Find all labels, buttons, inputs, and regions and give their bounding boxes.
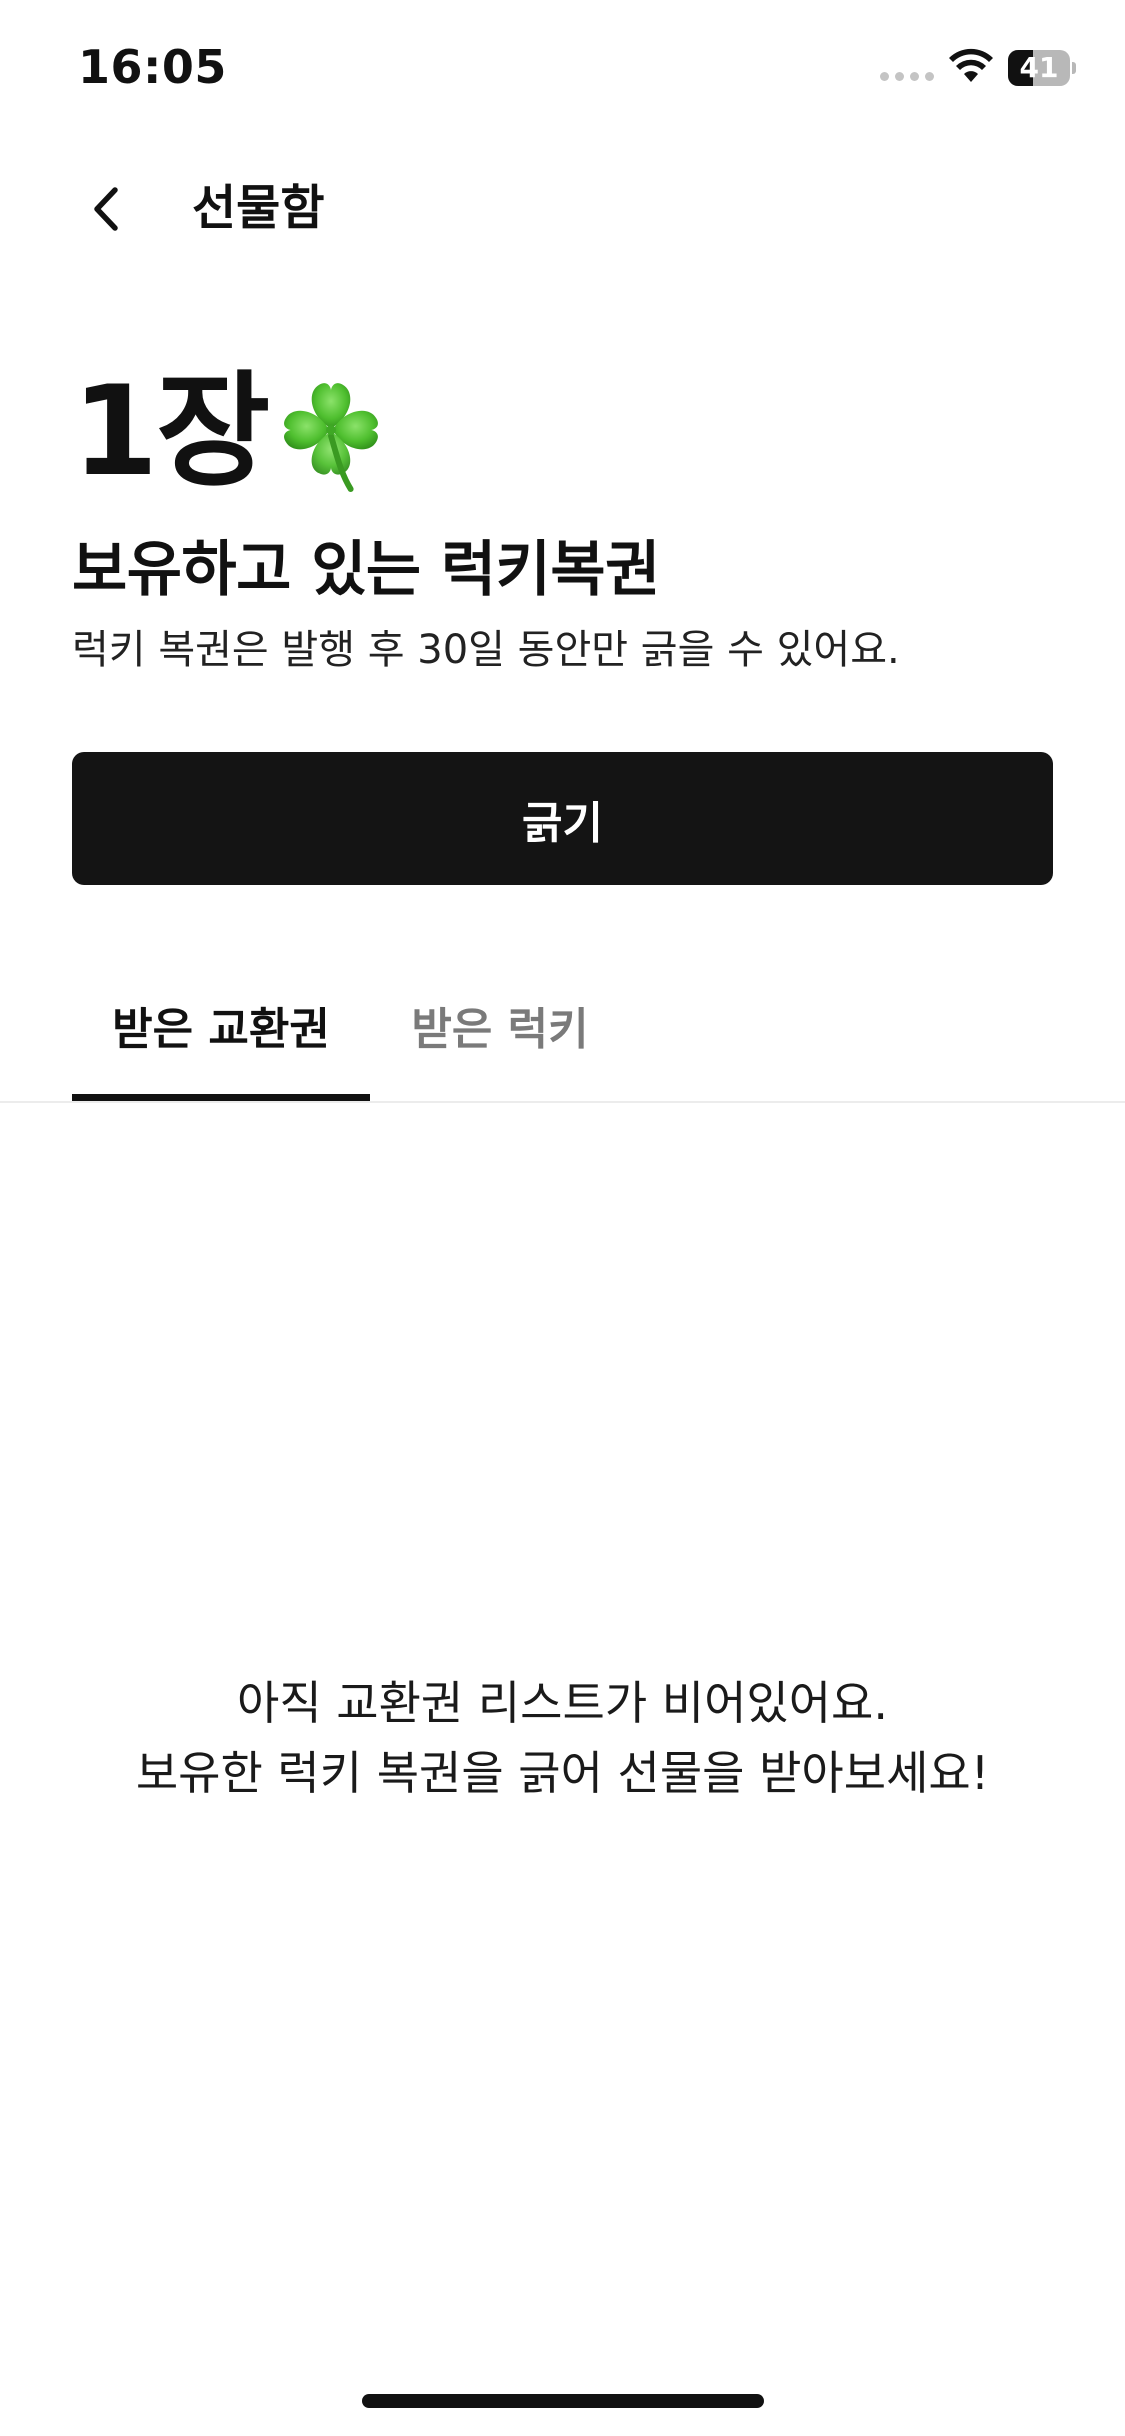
- scratch-button[interactable]: 긁기: [72, 752, 1053, 885]
- page-title: 선물함: [192, 180, 325, 236]
- empty-state: 아직 교환권 리스트가 비어있어요. 보유한 럭키 복권을 긁어 선물을 받아보…: [0, 1668, 1125, 1808]
- status-bar: 16:05 41: [0, 0, 1125, 140]
- tab-active-indicator: [72, 1094, 370, 1101]
- tab-received-lucky[interactable]: 받은 럭키: [390, 960, 610, 1102]
- wifi-icon: [949, 48, 993, 82]
- ticket-count-row: 1장: [72, 362, 390, 502]
- section-description: 럭키 복권은 발행 후 30일 동안만 긁을 수 있어요.: [72, 627, 900, 673]
- empty-state-line: 아직 교환권 리스트가 비어있어요.: [237, 1676, 888, 1730]
- status-time: 16:05: [78, 40, 227, 94]
- ticket-count: 1장: [72, 360, 270, 504]
- signal-dots-icon: [880, 72, 934, 81]
- tab-label: 받은 럭키: [411, 1004, 589, 1055]
- battery-icon: 41: [1008, 50, 1076, 86]
- empty-state-line: 보유한 럭키 복권을 긁어 선물을 받아보세요!: [135, 1746, 990, 1800]
- divider: [0, 1101, 1125, 1103]
- chevron-left-icon: [94, 187, 118, 231]
- tab-bar: 받은 교환권 받은 럭키: [0, 960, 1125, 1102]
- four-leaf-clover-icon: [284, 383, 379, 492]
- section-heading: 보유하고 있는 럭키복권: [72, 535, 660, 605]
- battery-percent: 41: [1019, 51, 1059, 84]
- tab-label: 받은 교환권: [112, 1004, 330, 1055]
- home-indicator[interactable]: [362, 2394, 764, 2408]
- back-button[interactable]: [72, 174, 142, 244]
- tab-received-vouchers[interactable]: 받은 교환권: [72, 960, 370, 1102]
- nav-bar: 선물함: [0, 150, 1125, 260]
